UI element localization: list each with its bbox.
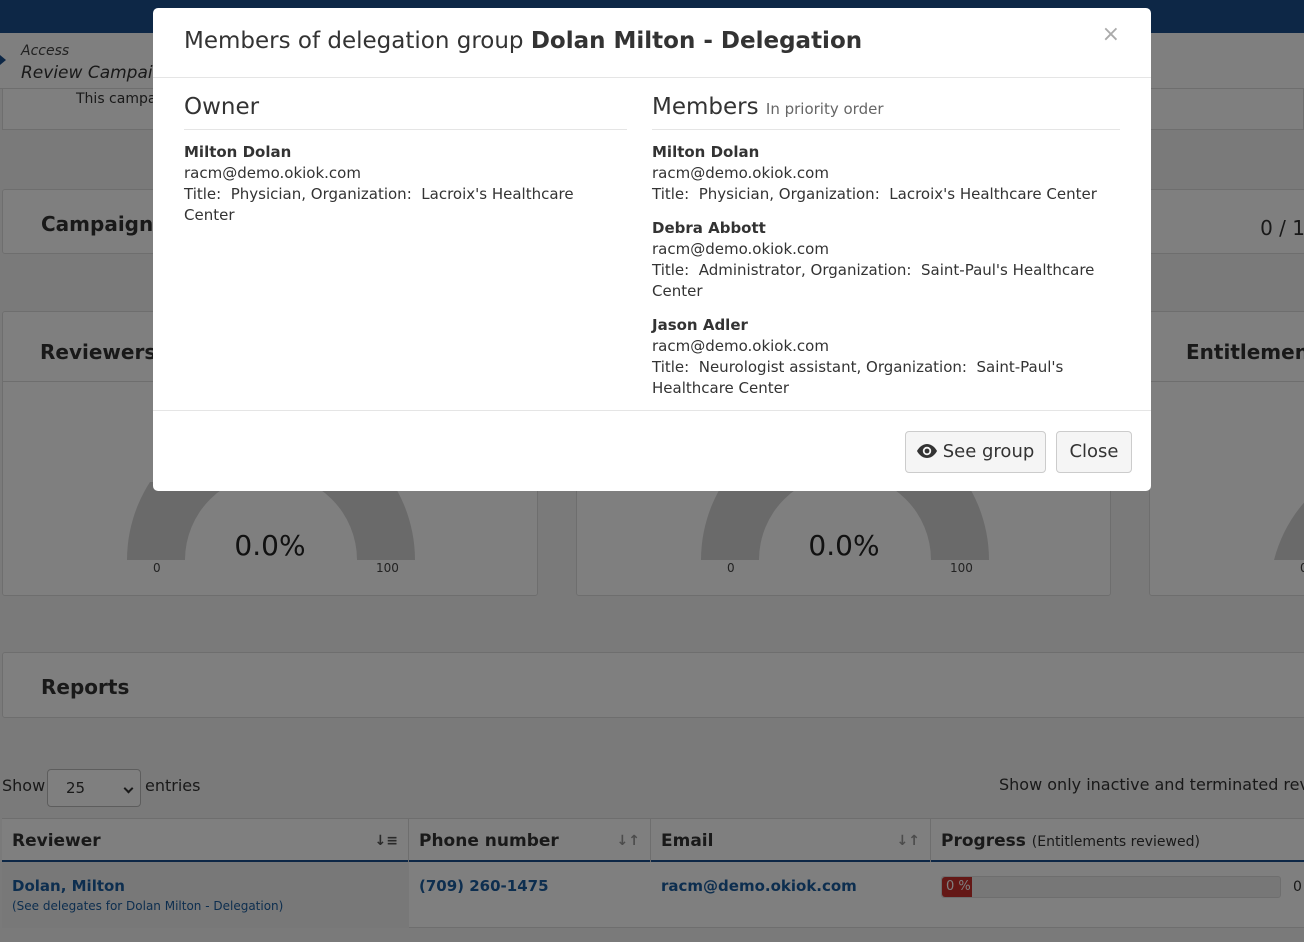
person-details: Title: Physician, Organization: Lacroix'… [652, 185, 1097, 203]
person-email: racm@demo.okiok.com [652, 240, 829, 258]
owner-person: Milton Dolan racm@demo.okiok.com Title: … [184, 142, 627, 226]
members-hint: In priority order [765, 100, 884, 118]
modal-footer: See group Close [153, 410, 1151, 491]
modal-title-group: Dolan Milton - Delegation [530, 28, 863, 54]
person-email: racm@demo.okiok.com [652, 164, 829, 182]
modal-title-prefix: Members of delegation group [184, 28, 524, 54]
owner-heading-text: Owner [184, 94, 260, 120]
person-email: racm@demo.okiok.com [184, 164, 361, 182]
person-email: racm@demo.okiok.com [652, 337, 829, 355]
member-person: Jason Adler racm@demo.okiok.com Title: N… [652, 315, 1120, 399]
person-details: Title: Neurologist assistant, Organizati… [652, 358, 1064, 397]
modal-header: Members of delegation group Dolan Milton… [153, 8, 1151, 78]
person-name: Milton Dolan [184, 143, 292, 161]
close-button[interactable]: Close [1056, 431, 1132, 473]
person-details: Title: Physician, Organization: Lacroix'… [184, 185, 574, 224]
person-name: Milton Dolan [652, 143, 760, 161]
members-heading: Members In priority order [652, 94, 1120, 130]
owner-heading: Owner [184, 94, 627, 130]
see-group-button[interactable]: See group [905, 431, 1046, 473]
modal-title: Members of delegation group Dolan Milton… [184, 28, 862, 54]
members-column: Members In priority order Milton Dolan r… [652, 94, 1120, 399]
eye-icon [916, 443, 937, 458]
close-icon[interactable]: × [1102, 24, 1120, 46]
person-name: Jason Adler [652, 316, 748, 334]
delegation-group-modal: Members of delegation group Dolan Milton… [153, 8, 1151, 491]
owner-column: Owner Milton Dolan racm@demo.okiok.com T… [184, 94, 627, 226]
see-group-label: See group [942, 441, 1035, 462]
person-details: Title: Administrator, Organization: Sain… [652, 261, 1095, 300]
person-name: Debra Abbott [652, 219, 766, 237]
member-person: Debra Abbott racm@demo.okiok.com Title: … [652, 218, 1120, 302]
member-person: Milton Dolan racm@demo.okiok.com Title: … [652, 142, 1120, 205]
members-heading-text: Members [652, 94, 759, 120]
